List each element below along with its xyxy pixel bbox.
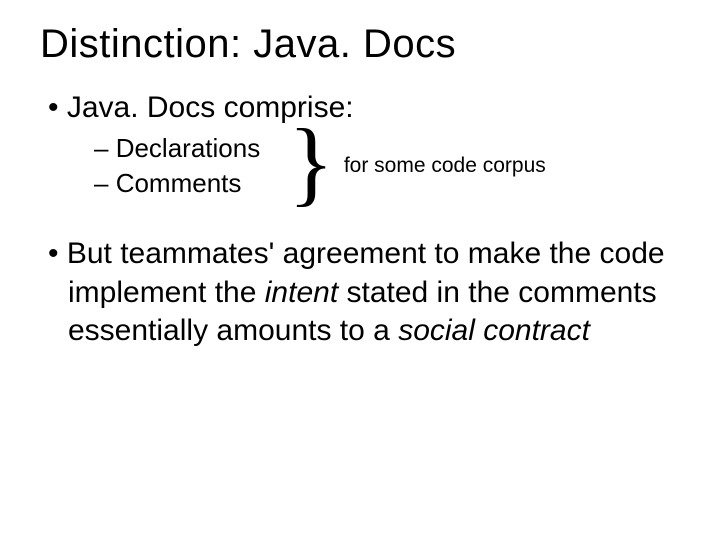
bullet-comprise: Java. Docs comprise: [40, 91, 680, 125]
sub-item-comments: Comments [94, 166, 260, 201]
italic-intent: intent [265, 276, 338, 309]
sub-bullet-list: Declarations Comments [94, 131, 260, 201]
sub-bullet-group: Declarations Comments } for some code co… [94, 131, 680, 201]
curly-brace-icon: } [288, 129, 334, 196]
slide-title: Distinction: Java. Docs [40, 22, 680, 67]
slide: Distinction: Java. Docs Java. Docs compr… [0, 0, 720, 540]
italic-social-contract: social contract [398, 314, 590, 347]
brace-annotation: for some code corpus [344, 154, 546, 178]
bullet-social-contract: But teammates' agreement to make the cod… [40, 235, 680, 350]
sub-item-declarations: Declarations [94, 131, 260, 166]
